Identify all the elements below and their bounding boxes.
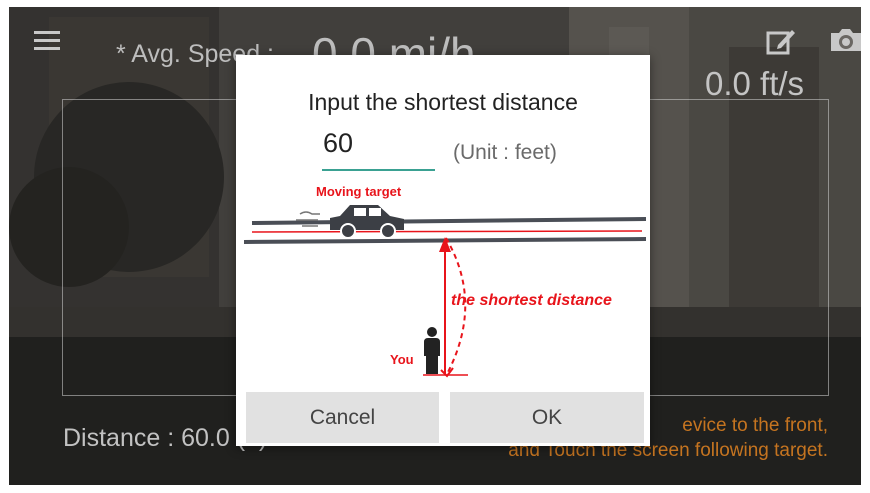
unit-label: (Unit : feet) [453, 141, 557, 164]
distance-diagram: Moving target the shortest distance You [243, 184, 647, 378]
you-label: You [390, 352, 414, 367]
shortest-distance-dialog: Input the shortest distance 60 (Unit : f… [236, 55, 650, 446]
speed-fts-value: 0.0 ft/s [705, 65, 805, 102]
car-icon [330, 205, 404, 239]
cancel-button[interactable]: Cancel [246, 392, 439, 443]
distance-label: Distance : 60.0 [63, 424, 230, 452]
distance-input[interactable]: 60 [322, 128, 435, 159]
person-icon [424, 327, 440, 374]
app-screen: * Avg. Speed : 0.0 mi/h 0.0 ft/s Distanc… [0, 0, 870, 493]
dialog-title: Input the shortest distance [308, 89, 578, 115]
input-underline [322, 169, 435, 171]
camera-icon[interactable] [829, 27, 863, 53]
menu-icon[interactable] [34, 31, 60, 51]
ok-button[interactable]: OK [450, 392, 644, 443]
shortest-distance-label: the shortest distance [451, 292, 612, 309]
edit-icon[interactable] [766, 27, 796, 55]
moving-target-label: Moving target [316, 184, 402, 199]
target-path-line [251, 230, 643, 233]
